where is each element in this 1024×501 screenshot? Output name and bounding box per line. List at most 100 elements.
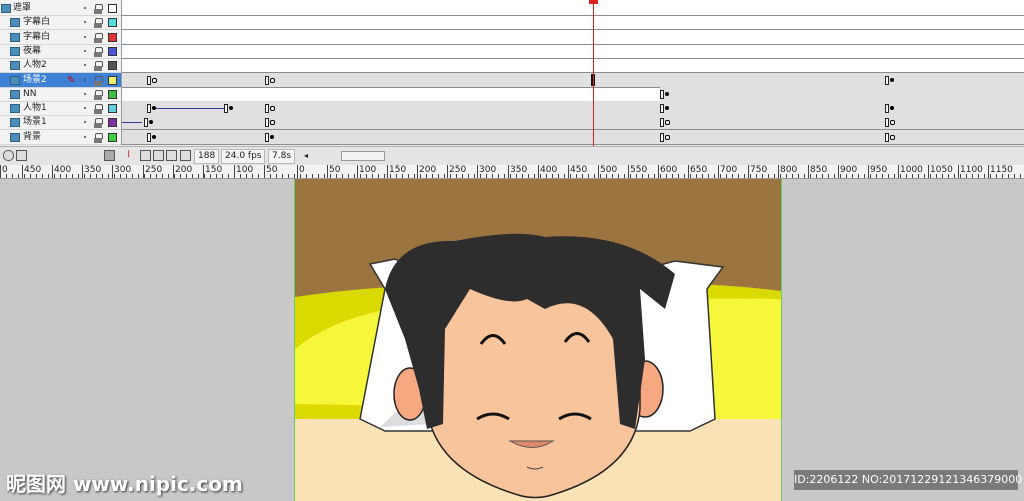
layer-row[interactable]: 背景 [0,130,121,145]
motion-tween-line [156,108,224,110]
ruler-minor-tick [954,174,955,178]
layer-row[interactable]: 夜幕 [0,44,121,59]
outline-color-swatch[interactable] [108,32,117,42]
frame-row[interactable] [122,86,1024,102]
layer-row[interactable]: 人物2 [0,58,121,74]
keyframe[interactable] [265,75,269,85]
visibility-icon[interactable] [84,92,86,95]
keyframe[interactable] [147,132,151,142]
lock-icon[interactable] [94,61,103,72]
outline-color-swatch[interactable] [108,75,117,85]
layer-row[interactable]: 字幕白 [0,15,121,31]
trash-icon[interactable] [104,150,115,161]
keyframe[interactable] [660,104,664,114]
outline-color-swatch[interactable] [108,118,117,128]
frame-row[interactable] [122,101,1024,117]
frame-grid[interactable] [122,0,1024,145]
lock-icon[interactable] [94,18,103,29]
ruler-label: 400 [540,165,558,175]
outline-color-swatch[interactable] [108,4,117,13]
keyframe[interactable] [265,118,269,128]
outline-color-swatch[interactable] [108,89,117,99]
timeline-scrollbar[interactable] [341,151,385,161]
ruler-minor-tick [414,174,415,178]
ruler-minor-tick [408,174,409,178]
keyframe[interactable] [147,75,151,85]
keyframe[interactable] [885,75,889,85]
add-folder-icon[interactable] [16,150,27,161]
frame-row[interactable] [122,58,1024,74]
ruler-label: 300 [114,165,132,175]
visibility-icon[interactable] [84,121,86,124]
ruler-minor-tick [36,174,37,178]
visibility-icon[interactable] [84,64,86,67]
outline-color-swatch[interactable] [108,18,117,28]
empty-keyframe-dot [890,134,895,140]
visibility-icon[interactable] [84,135,86,138]
keyframe[interactable] [144,118,148,128]
onion-markers-icon[interactable] [180,150,191,161]
keyframe[interactable] [265,132,269,142]
frame-row[interactable] [122,115,1024,131]
lock-icon[interactable] [94,75,103,86]
keyframe[interactable] [265,104,269,114]
ruler-tick [417,165,418,178]
layer-row[interactable]: 遮罩 [0,1,121,16]
keyframe[interactable] [224,104,228,114]
layer-row[interactable]: 字幕白 [0,30,121,45]
keyframe[interactable] [660,118,664,128]
layer-row[interactable]: 场景2 ✎ [0,72,121,88]
outline-color-swatch[interactable] [108,104,117,114]
lock-icon[interactable] [94,132,103,143]
ruler-minor-tick [6,174,7,178]
ruler-label: 800 [780,165,798,175]
stage-canvas[interactable] [294,179,782,501]
layer-row[interactable]: NN [0,87,121,102]
frame-rate-field[interactable]: 24.0 fps [221,149,266,164]
frame-row[interactable] [122,129,1024,145]
keyframe[interactable] [885,104,889,114]
lock-icon[interactable] [94,32,103,43]
lock-icon[interactable] [94,89,103,100]
playhead[interactable] [593,0,594,164]
frame-row[interactable] [122,15,1024,31]
onion-outline-icon[interactable] [153,150,164,161]
add-layer-icon[interactable] [3,150,14,161]
visibility-icon[interactable] [84,35,86,38]
scroll-left-icon[interactable]: ◂ [304,147,308,165]
current-frame-field[interactable]: 188 [194,149,220,164]
frame-row[interactable] [122,72,1024,88]
onion-skin-icon[interactable] [140,150,151,161]
lock-icon[interactable] [94,104,103,115]
frame-span[interactable] [660,86,1024,101]
center-frame-icon[interactable]: ⁞ [127,150,136,160]
outline-color-swatch[interactable] [108,61,117,71]
outline-color-swatch[interactable] [108,132,117,142]
keyframe[interactable] [885,132,889,142]
ruler-label: 350 [510,165,528,175]
layer-row[interactable]: 人物1 [0,101,121,117]
visibility-icon[interactable] [84,78,86,81]
visibility-icon[interactable] [84,49,86,52]
visibility-icon[interactable] [84,7,86,9]
frame-row[interactable] [122,1,1024,16]
outline-color-swatch[interactable] [108,46,117,56]
edit-multiple-frames-icon[interactable] [166,150,177,161]
visibility-icon[interactable] [84,107,86,110]
ruler-minor-tick [504,174,505,178]
lock-icon[interactable] [94,118,103,129]
keyframe[interactable] [147,104,151,114]
keyframe[interactable] [660,89,664,99]
ruler-minor-tick [1014,174,1015,178]
ruler-minor-tick [288,174,289,178]
keyframe[interactable] [660,132,664,142]
frame-row[interactable] [122,30,1024,45]
lock-icon[interactable] [94,4,103,14]
ruler-minor-tick [330,174,331,178]
layer-row[interactable]: 场景1 [0,115,121,131]
frame-row[interactable] [122,44,1024,59]
lock-icon[interactable] [94,46,103,57]
keyframe[interactable] [885,118,889,128]
visibility-icon[interactable] [84,21,86,24]
ruler-minor-tick [696,174,697,178]
